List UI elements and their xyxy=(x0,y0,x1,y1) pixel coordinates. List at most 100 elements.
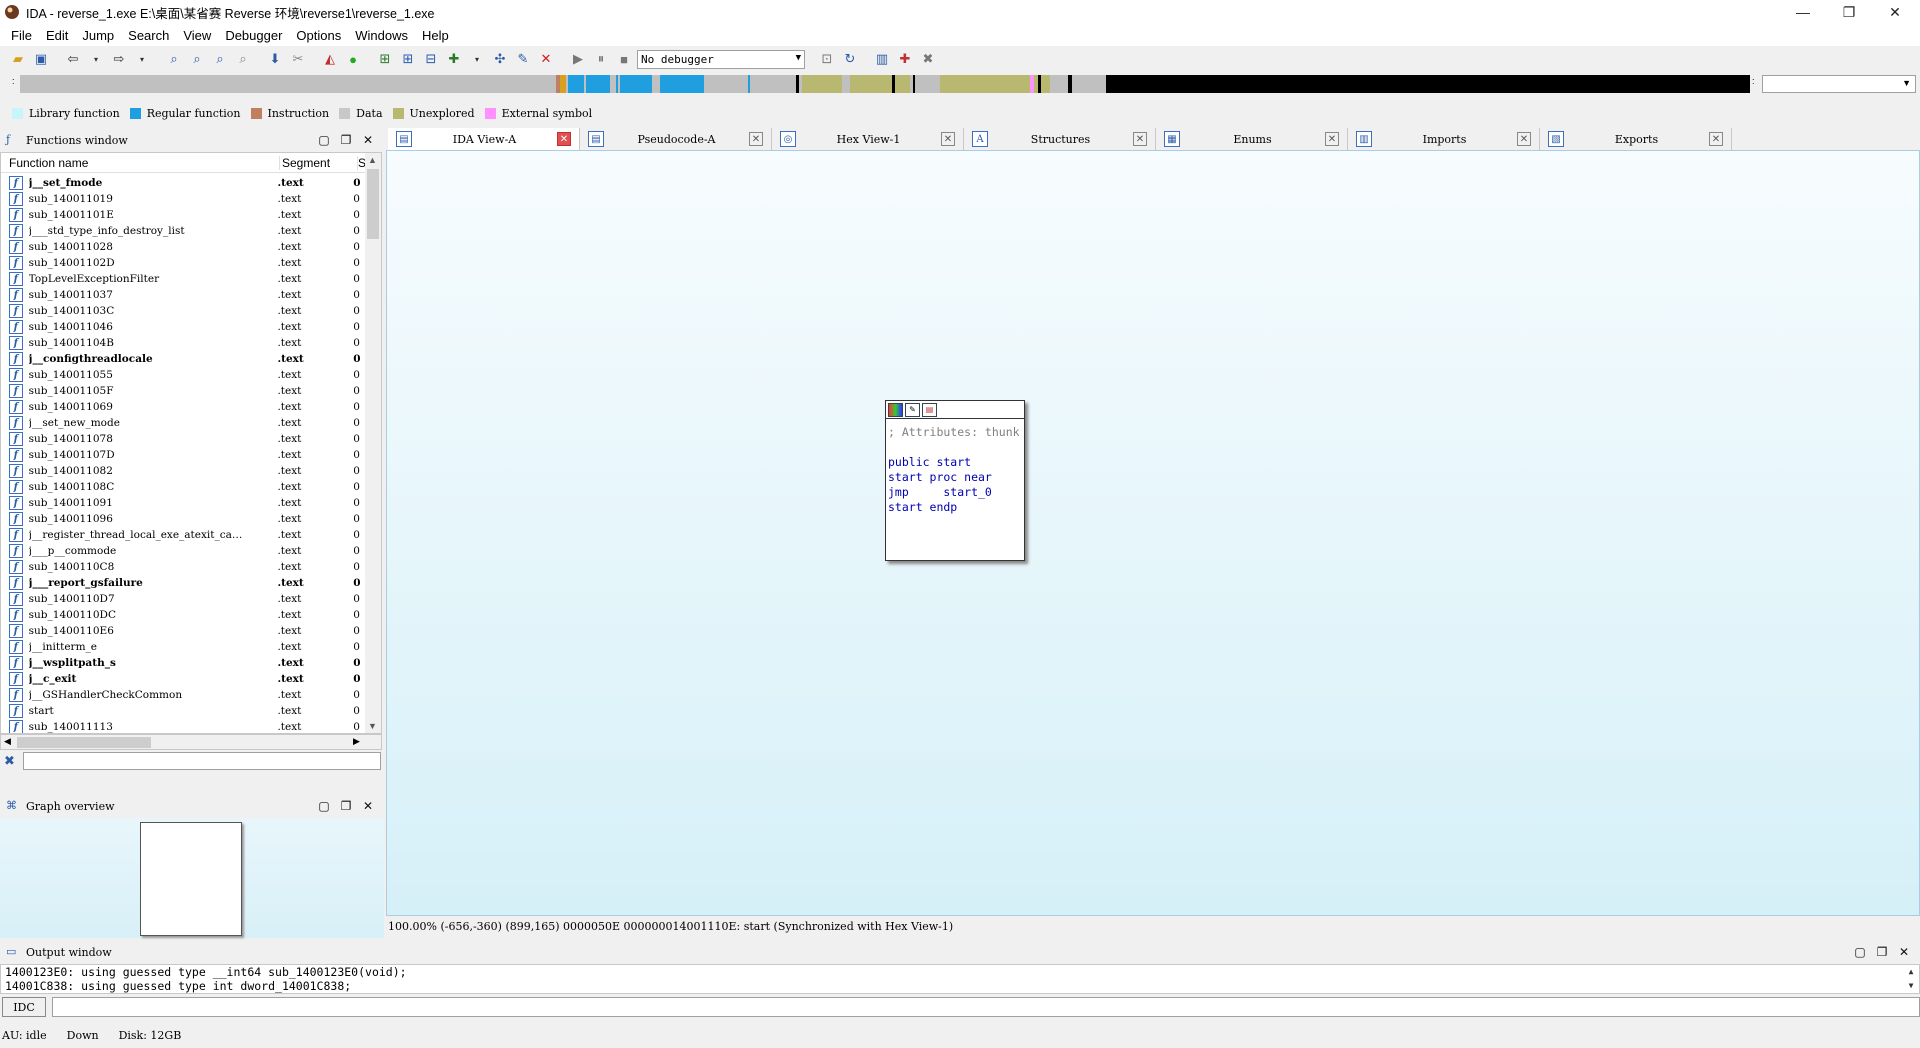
menu-search[interactable]: Search xyxy=(121,28,176,43)
scroll-left-icon[interactable]: ◀ xyxy=(4,736,11,747)
functions-vertical-scrollbar[interactable]: ▲ ▼ xyxy=(365,153,381,733)
stop-icon[interactable]: ■ xyxy=(614,49,634,69)
tab-imports[interactable]: ▥ Imports ✕ xyxy=(1348,128,1540,150)
node-line[interactable]: start proc near xyxy=(888,470,992,484)
function-row[interactable]: f sub_14001105F .text 0 xyxy=(1,383,363,399)
close-button[interactable]: ✕ xyxy=(1872,0,1918,24)
tab-close-icon[interactable]: ✕ xyxy=(557,132,571,146)
menu-view[interactable]: View xyxy=(176,28,218,43)
remove-breakpoint-icon[interactable]: ✖ xyxy=(918,49,938,69)
trace-icon[interactable]: ▥ xyxy=(872,49,892,69)
function-row[interactable]: f sub_140011069 .text 0 xyxy=(1,399,363,415)
function-row[interactable]: f sub_140011055 .text 0 xyxy=(1,367,363,383)
graph-overview-viewport[interactable] xyxy=(140,822,242,936)
step-icon[interactable]: ↻ xyxy=(840,49,860,69)
delete-icon[interactable]: ✕ xyxy=(536,49,556,69)
output-scrollbar[interactable]: ▲ ▼ xyxy=(1903,965,1919,993)
navigation-band[interactable] xyxy=(20,75,1750,93)
column-segment[interactable]: Segment xyxy=(279,155,357,170)
search-text-icon[interactable]: ⌕ xyxy=(187,49,207,69)
debugger-select[interactable]: No debugger ▼ xyxy=(637,49,805,69)
ida-graph-view[interactable]: ✎ ▤ ; Attributes: thunk public start sta… xyxy=(386,150,1920,916)
function-row[interactable]: f j__configthreadlocale .text 0 xyxy=(1,351,363,367)
function-row[interactable]: f sub_140011028 .text 0 xyxy=(1,239,363,255)
function-row[interactable]: f start .text 0 xyxy=(1,703,363,719)
maximize-button[interactable]: ❐ xyxy=(1826,0,1872,24)
back-arrow-icon[interactable]: ⇦ xyxy=(63,49,83,69)
function-row[interactable]: f sub_1400110C8 .text 0 xyxy=(1,559,363,575)
menu-debugger[interactable]: Debugger xyxy=(218,28,289,43)
menu-windows[interactable]: Windows xyxy=(348,28,415,43)
function-row[interactable]: f sub_140011019 .text 0 xyxy=(1,191,363,207)
panel-close-button[interactable]: ✕ xyxy=(1896,944,1912,960)
tab-ida-view-a[interactable]: ▤ IDA View-A ✕ xyxy=(388,128,580,150)
node-line[interactable]: start endp xyxy=(888,500,957,514)
panel-close-button[interactable]: ✕ xyxy=(360,798,376,814)
function-row[interactable]: f sub_140011091 .text 0 xyxy=(1,495,363,511)
function-row[interactable]: f sub_14001104B .text 0 xyxy=(1,335,363,351)
function-row[interactable]: f sub_14001108C .text 0 xyxy=(1,479,363,495)
jump-down-icon[interactable]: ⬇ xyxy=(265,49,285,69)
function-row[interactable]: f sub_1400110DC .text 0 xyxy=(1,607,363,623)
idc-language-button[interactable]: IDC xyxy=(2,997,46,1017)
function-row[interactable]: f sub_140011113 .text 0 xyxy=(1,719,363,733)
add-breakpoint-icon[interactable]: ✚ xyxy=(895,49,915,69)
tab-pseudocode-a[interactable]: ▤ Pseudocode-A ✕ xyxy=(580,128,772,150)
clear-filter-icon[interactable]: ✖ xyxy=(4,753,20,769)
function-row[interactable]: f j__c_exit .text 0 xyxy=(1,671,363,687)
pause-icon[interactable]: ⏸ xyxy=(591,49,611,69)
breakpoint-icon[interactable]: ⊡ xyxy=(817,49,837,69)
back-dropdown-icon[interactable]: ▾ xyxy=(86,49,106,69)
plugin-icon[interactable]: ✚ xyxy=(444,49,464,69)
tab-close-icon[interactable]: ✕ xyxy=(1325,132,1339,146)
node-line[interactable]: jmp start_0 xyxy=(888,485,992,499)
scroll-right-icon[interactable]: ▶ xyxy=(353,736,360,747)
panel-minimize-button[interactable]: ▢ xyxy=(1852,944,1868,960)
plugin-dropdown-icon[interactable]: ▾ xyxy=(467,49,487,69)
column-function-name[interactable]: Function name xyxy=(1,156,279,170)
search-next-icon[interactable]: ⌕ xyxy=(233,49,253,69)
forward-dropdown-icon[interactable]: ▾ xyxy=(132,49,152,69)
output-text[interactable]: 1400123E0: using guessed type __int64 su… xyxy=(0,964,1920,994)
function-row[interactable]: f TopLevelExceptionFilter .text 0 xyxy=(1,271,363,287)
function-row[interactable]: f sub_140011082 .text 0 xyxy=(1,463,363,479)
functions-horizontal-scrollbar[interactable]: ◀ ▶ xyxy=(0,734,382,750)
node-group-icon[interactable]: ▤ xyxy=(922,402,937,417)
menu-edit[interactable]: Edit xyxy=(39,28,75,43)
function-row[interactable]: f sub_140011096 .text 0 xyxy=(1,511,363,527)
function-row[interactable]: f j___std_type_info_destroy_list .text 0 xyxy=(1,223,363,239)
function-row[interactable]: f j___report_gsfailure .text 0 xyxy=(1,575,363,591)
add-enum-icon[interactable]: ⊟ xyxy=(421,49,441,69)
tab-close-icon[interactable]: ✕ xyxy=(941,132,955,146)
graph-overview-canvas[interactable] xyxy=(0,818,384,938)
scroll-thumb[interactable] xyxy=(367,169,379,239)
graph-layout-icon[interactable]: ✣ xyxy=(490,49,510,69)
nav-right-arrow-icon[interactable]: : xyxy=(1752,76,1755,86)
idc-command-input[interactable] xyxy=(52,997,1920,1017)
function-row[interactable]: f sub_14001107D .text 0 xyxy=(1,447,363,463)
node-rename-icon[interactable]: ✎ xyxy=(905,402,920,417)
panel-minimize-button[interactable]: ▢ xyxy=(316,132,332,148)
node-line[interactable]: public start xyxy=(888,455,971,469)
panel-float-button[interactable]: ❐ xyxy=(1874,944,1890,960)
graph-node-start[interactable]: ✎ ▤ ; Attributes: thunk public start sta… xyxy=(885,400,1025,561)
green-circle-icon[interactable]: ● xyxy=(343,49,363,69)
navband-select[interactable]: ▼ xyxy=(1762,75,1916,93)
tab-close-icon[interactable]: ✕ xyxy=(1709,132,1723,146)
function-row[interactable]: f j__initterm_e .text 0 xyxy=(1,639,363,655)
function-icon[interactable]: ◭ xyxy=(320,49,340,69)
function-row[interactable]: f sub_140011037 .text 0 xyxy=(1,287,363,303)
menu-help[interactable]: Help xyxy=(415,28,456,43)
tab-close-icon[interactable]: ✕ xyxy=(1133,132,1147,146)
panel-close-button[interactable]: ✕ xyxy=(360,132,376,148)
node-color-icon[interactable] xyxy=(888,402,903,417)
open-file-icon[interactable]: ▰ xyxy=(8,49,28,69)
forward-arrow-icon[interactable]: ⇨ xyxy=(109,49,129,69)
function-row[interactable]: f j__register_thread_local_exe_atexit_ca…… xyxy=(1,527,363,543)
menu-file[interactable]: File xyxy=(4,28,39,43)
search-immediate-icon[interactable]: ⌕ xyxy=(210,49,230,69)
search-binary-icon[interactable]: ⌕ xyxy=(164,49,184,69)
tab-close-icon[interactable]: ✕ xyxy=(1517,132,1531,146)
nav-left-arrow-icon[interactable]: : xyxy=(12,76,15,86)
function-row[interactable]: f sub_14001103C .text 0 xyxy=(1,303,363,319)
